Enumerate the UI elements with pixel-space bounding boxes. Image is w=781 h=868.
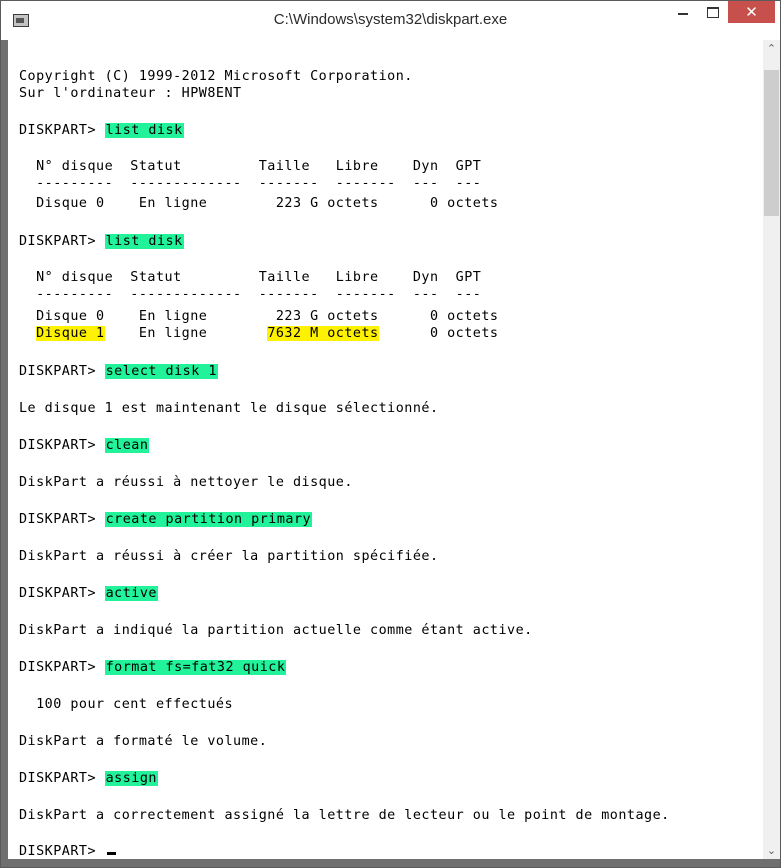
vertical-scrollbar[interactable]: ⌃ ⌄ [763,40,780,859]
scroll-down-arrow-icon[interactable]: ⌄ [763,842,780,859]
output-line: DiskPart a correctement assigné la lettr… [19,808,670,823]
prompt: DISKPART> [19,123,105,138]
console-output[interactable]: Copyright (C) 1999-2012 Microsoft Corpor… [8,40,763,859]
minimize-icon [677,13,688,15]
close-button[interactable]: ✕ [728,1,775,23]
prompt: DISKPART> [19,660,105,675]
copyright-line: Copyright (C) 1999-2012 Microsoft Corpor… [19,69,413,84]
window-border [1,859,780,867]
table-header: N° disque Statut Taille Libre Dyn GPT [19,270,482,285]
output-line: DiskPart a réussi à nettoyer le disque. [19,475,353,490]
output-line: DiskPart a formaté le volume. [19,734,268,749]
close-icon: ✕ [745,3,758,21]
output-line: 100 pour cent effectués [19,697,234,712]
disk1-name: Disque 1 [36,326,105,341]
table-separator: --------- ------------- ------- ------- … [19,287,482,302]
prompt: DISKPART> [19,586,105,601]
command-line: DISKPART> format fs=fat32 quick [19,659,287,676]
command-text: clean [104,438,150,453]
maximize-button[interactable] [699,1,726,23]
command-text: active [104,586,158,601]
command-text: create partition primary [104,512,313,527]
command-line: DISKPART> list disk [19,233,184,250]
prompt: DISKPART> [19,364,105,379]
command-line: DISKPART> select disk 1 [19,363,218,380]
disk1-free: 0 octets [378,326,499,341]
window-title: C:\Windows\system32\diskpart.exe [273,11,508,28]
command-line: DISKPART> active [19,585,158,602]
command-text: list disk [104,234,184,249]
disk1-size: 7632 M octets [267,326,379,341]
maximize-icon [706,6,719,18]
table-header: N° disque Statut Taille Libre Dyn GPT [19,159,482,174]
prompt: DISKPART> [19,771,105,786]
table-row: Disque 0 En ligne 223 G octets 0 octets [19,309,499,324]
table-row: Disque 0 En ligne 223 G octets 0 octets [19,196,499,211]
text-cursor [106,852,116,855]
input-line[interactable]: DISKPART> [19,843,116,859]
command-text: list disk [104,123,184,138]
minimize-button[interactable] [669,1,696,23]
command-line: DISKPART> create partition primary [19,511,313,528]
console-window: C:\Windows\system32\diskpart.exe ✕ Copyr… [0,0,781,868]
prompt: DISKPART> [19,512,105,527]
output-line: DiskPart a indiqué la partition actuelle… [19,623,533,638]
command-text: select disk 1 [104,364,218,379]
title-bar[interactable]: C:\Windows\system32\diskpart.exe ✕ [1,1,780,40]
computer-line: Sur l'ordinateur : HPW8ENT [19,86,242,101]
disk1-status: En ligne [104,326,268,341]
command-text: assign [104,771,158,786]
scrollbar-thumb[interactable] [764,70,779,216]
command-line: DISKPART> clean [19,437,150,454]
prompt: DISKPART> [19,438,105,453]
command-line: DISKPART> assign [19,770,158,787]
table-separator: --------- ------------- ------- ------- … [19,176,482,191]
command-line: DISKPART> list disk [19,122,184,139]
output-line: Le disque 1 est maintenant le disque sél… [19,401,439,416]
output-line: DiskPart a réussi à créer la partition s… [19,549,439,564]
table-row-selected: Disque 1 En ligne 7632 M octets 0 octets [19,325,499,342]
command-text: format fs=fat32 quick [104,660,287,675]
scroll-up-arrow-icon[interactable]: ⌃ [763,40,780,57]
prompt: DISKPART> [19,234,105,249]
prompt: DISKPART> [19,844,105,859]
